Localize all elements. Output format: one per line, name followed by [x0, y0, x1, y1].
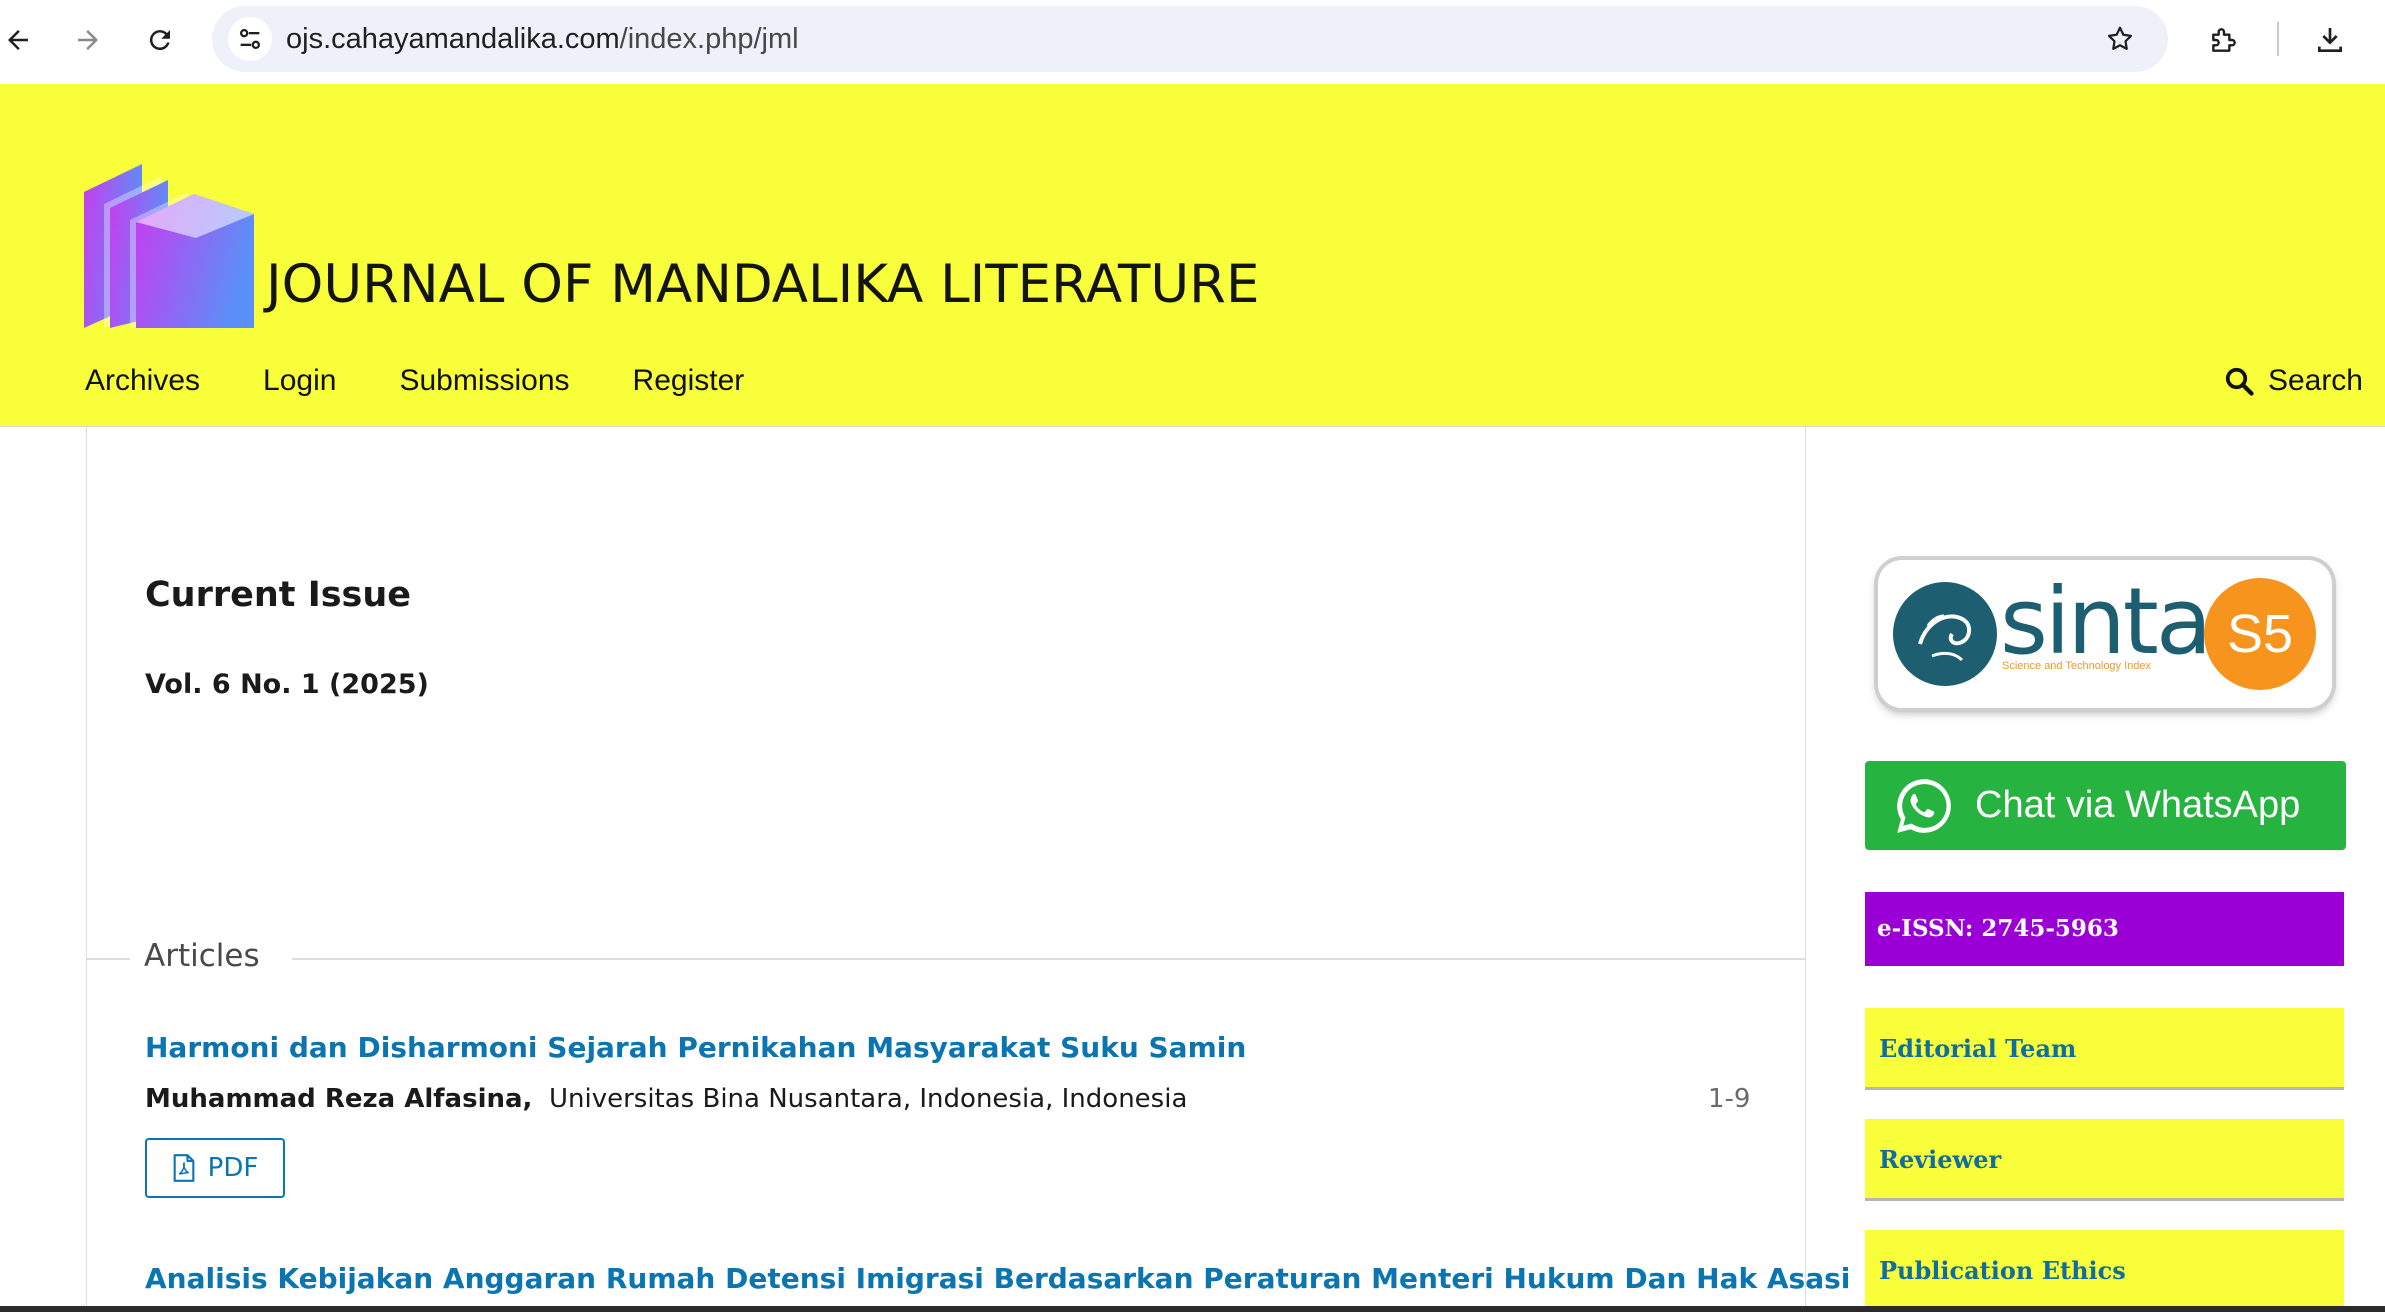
download-icon	[2318, 28, 2342, 52]
extensions-button[interactable]	[2200, 16, 2248, 64]
reload-button[interactable]	[138, 18, 182, 62]
site-header: JOURNAL OF MANDALIKA LITERATURE Archives…	[0, 84, 2385, 427]
article-title-link[interactable]: Analisis Kebijakan Anggaran Rumah Detens…	[145, 1262, 1850, 1295]
sidebar-link-label: Editorial Team	[1879, 1034, 2077, 1063]
bookmark-star-button[interactable]	[2098, 17, 2142, 61]
puzzle-icon	[2212, 28, 2236, 52]
sidebar-link-reviewer[interactable]: Reviewer	[1865, 1119, 2344, 1201]
article-title-2[interactable]: Analisis Kebijakan Anggaran Rumah Detens…	[145, 1262, 1850, 1295]
article-title-link[interactable]: Harmoni dan Disharmoni Sejarah Pernikaha…	[145, 1031, 1246, 1064]
page-title: Current Issue	[145, 575, 412, 615]
url-path: /index.php/jml	[619, 23, 799, 55]
sinta-tagline: Science and Technology Index	[2002, 660, 2152, 672]
issn-box: e-ISSN: 2745-5963	[1865, 892, 2344, 966]
author-name: Muhammad Reza Alfasina,	[145, 1084, 533, 1114]
sinta-wordmark: sinta	[2000, 568, 2212, 675]
search-label: Search	[2267, 364, 2363, 397]
nav-login[interactable]: Login	[263, 364, 336, 398]
sinta-rank: S5	[2204, 578, 2316, 690]
address-bar[interactable]: ojs.cahayamandalika.com/index.php/jml	[212, 6, 2168, 72]
search-link[interactable]: Search	[2224, 364, 2363, 398]
issue-identification: Vol. 6 No. 1 (2025)	[145, 669, 429, 700]
main-content: Current Issue Vol. 6 No. 1 (2025)	[86, 427, 1806, 1312]
whatsapp-icon	[1897, 779, 1951, 833]
reload-icon	[149, 30, 170, 51]
url-host: ojs.cahayamandalika.com	[286, 23, 620, 55]
article-title-1[interactable]: Harmoni dan Disharmoni Sejarah Pernikaha…	[145, 1031, 1246, 1064]
star-icon	[2107, 26, 2133, 50]
section-divider	[86, 958, 1806, 960]
nav-archives[interactable]: Archives	[85, 364, 200, 398]
site-title[interactable]: JOURNAL OF MANDALIKA LITERATURE	[266, 254, 1259, 315]
back-button[interactable]	[0, 18, 40, 62]
search-icon	[2225, 367, 2254, 396]
url-text[interactable]: ojs.cahayamandalika.com/index.php/jml	[286, 6, 799, 72]
primary-nav: Archives Login Submissions Register	[85, 364, 744, 398]
back-arrow-icon	[8, 30, 28, 50]
site-info-button[interactable]	[228, 17, 272, 61]
books-logo-icon[interactable]	[84, 164, 254, 328]
pdf-galley-button[interactable]: PDF	[145, 1138, 285, 1198]
forward-button[interactable]	[66, 18, 110, 62]
downloads-button[interactable]	[2306, 16, 2354, 64]
sidebar-link-label: Publication Ethics	[1879, 1256, 2126, 1285]
sidebar-link-editorial-team[interactable]: Editorial Team	[1865, 1008, 2344, 1090]
sinta-badge[interactable]: sinta Science and Technology Index S5	[1878, 560, 2332, 708]
pdf-file-icon	[173, 1154, 195, 1182]
whatsapp-label: Chat via WhatsApp	[1975, 784, 2301, 826]
pdf-label: PDF	[207, 1153, 259, 1183]
tune-icon	[239, 28, 261, 50]
section-title-articles: Articles	[130, 938, 292, 974]
nav-submissions[interactable]: Submissions	[399, 364, 569, 398]
browser-toolbar: ojs.cahayamandalika.com/index.php/jml	[0, 0, 2385, 84]
article-authors: Muhammad Reza Alfasina, Universitas Bina…	[145, 1084, 1745, 1114]
nav-register[interactable]: Register	[633, 364, 745, 398]
whatsapp-chat-button[interactable]: Chat via WhatsApp	[1865, 761, 2346, 850]
issn-text: e-ISSN: 2745-5963	[1877, 915, 2119, 942]
sinta-emblem-icon	[1893, 582, 1997, 686]
article-pages: 1-9	[1708, 1084, 1751, 1114]
author-affiliation: Universitas Bina Nusantara, Indonesia, I…	[548, 1084, 1188, 1114]
forward-arrow-icon	[78, 30, 98, 50]
sidebar-link-publication-ethics[interactable]: Publication Ethics	[1865, 1230, 2344, 1312]
bottom-edge	[0, 1306, 2385, 1312]
toolbar-separator	[2277, 22, 2279, 56]
sidebar-link-label: Reviewer	[1879, 1145, 2002, 1174]
